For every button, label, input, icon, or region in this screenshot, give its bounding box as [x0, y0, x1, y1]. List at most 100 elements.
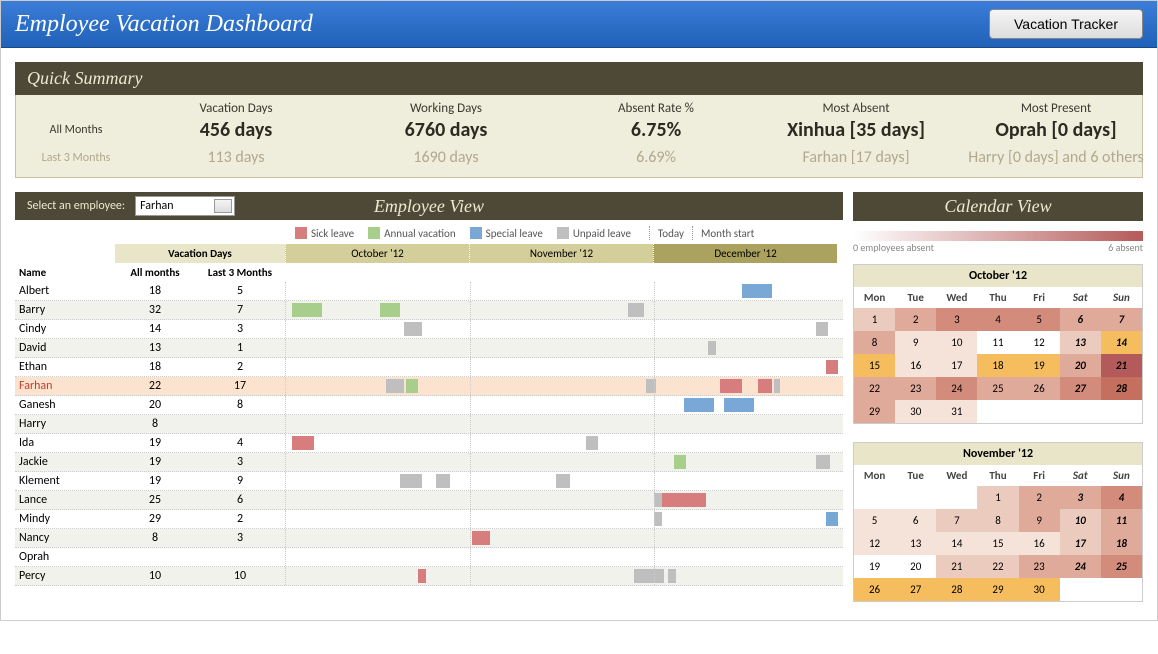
calendar-day[interactable]: 3 [936, 308, 977, 331]
calendar-day[interactable]: 31 [936, 400, 977, 423]
calendar-day[interactable]: 11 [1101, 509, 1142, 532]
calendar-day[interactable]: 11 [977, 331, 1018, 354]
calendar-day[interactable]: 5 [1019, 308, 1060, 331]
calendar-day[interactable]: 26 [854, 578, 895, 601]
table-row[interactable]: Farhan 22 17 [15, 377, 843, 396]
absence-bar [758, 379, 772, 393]
calendar-day[interactable]: 13 [1060, 331, 1101, 354]
calendar-day[interactable]: 21 [936, 555, 977, 578]
calendar-day[interactable]: 20 [1060, 354, 1101, 377]
cell-name: David [15, 341, 115, 355]
calendar-day[interactable]: 27 [895, 578, 936, 601]
table-row[interactable]: Nancy 8 3 [15, 529, 843, 548]
calendar-day[interactable]: 30 [895, 400, 936, 423]
calendar-day[interactable]: 4 [977, 308, 1018, 331]
calendar-day[interactable]: 16 [895, 354, 936, 377]
calendar-day[interactable]: 8 [977, 509, 1018, 532]
calendar-day[interactable]: 14 [936, 532, 977, 555]
calendar-day[interactable]: 17 [1060, 532, 1101, 555]
table-row[interactable]: Ida 19 4 [15, 434, 843, 453]
calendar-day[interactable]: 3 [1060, 486, 1101, 509]
calendar-day[interactable]: 14 [1101, 331, 1142, 354]
cell-all: 8 [115, 417, 195, 431]
cell-l3: 5 [195, 284, 285, 298]
calendar-day[interactable]: 8 [854, 331, 895, 354]
calendar-day[interactable]: 10 [936, 331, 977, 354]
calendar-day[interactable]: 24 [1060, 555, 1101, 578]
table-row[interactable]: David 13 1 [15, 339, 843, 358]
calendar-day[interactable]: 7 [1101, 308, 1142, 331]
calendar-day[interactable]: 24 [936, 377, 977, 400]
calendar-day[interactable]: 15 [854, 354, 895, 377]
calendar-day[interactable]: 27 [1060, 377, 1101, 400]
cell-bars [285, 320, 837, 338]
calendar-day[interactable]: 26 [1019, 377, 1060, 400]
absence-bar [774, 379, 780, 393]
calendar-day[interactable]: 10 [1060, 509, 1101, 532]
calendar-day[interactable]: 6 [1060, 308, 1101, 331]
calendar-day[interactable]: 5 [854, 509, 895, 532]
absence-bar [400, 474, 422, 488]
calendar-day[interactable]: 12 [1019, 331, 1060, 354]
calendar-day[interactable]: 30 [1019, 578, 1060, 601]
calendar-day[interactable]: 28 [936, 578, 977, 601]
calendar-day[interactable]: 23 [895, 377, 936, 400]
calendar-day[interactable]: 25 [977, 377, 1018, 400]
calendar-day[interactable]: 22 [854, 377, 895, 400]
calendar-day[interactable]: 18 [1101, 532, 1142, 555]
calendar-day[interactable]: 7 [936, 509, 977, 532]
calendar-day[interactable]: 2 [895, 308, 936, 331]
employee-select[interactable]: Farhan [135, 196, 235, 216]
dow-header: Mon [854, 287, 895, 308]
annual-swatch [368, 227, 380, 239]
col-most-present: Most Present [956, 101, 1156, 116]
calendar-day[interactable]: 25 [1101, 555, 1142, 578]
employee-view-title: Employee View [374, 196, 484, 217]
calendar-day[interactable]: 12 [854, 532, 895, 555]
calendar-day[interactable]: 28 [1101, 377, 1142, 400]
table-row[interactable]: Cindy 14 3 [15, 320, 843, 339]
table-row[interactable]: Albert 18 5 [15, 282, 843, 301]
vacation-tracker-button[interactable]: Vacation Tracker [989, 9, 1143, 39]
table-row[interactable]: Klement 19 9 [15, 472, 843, 491]
calendar-day[interactable]: 21 [1101, 354, 1142, 377]
calendar-day[interactable]: 6 [895, 509, 936, 532]
calendar-day[interactable]: 22 [977, 555, 1018, 578]
table-row[interactable]: Mindy 29 2 [15, 510, 843, 529]
table-row[interactable]: Ethan 18 2 [15, 358, 843, 377]
cell-l3: 3 [195, 455, 285, 469]
calendar-day[interactable]: 18 [977, 354, 1018, 377]
cell-name: Jackie [15, 455, 115, 469]
calendar-day[interactable]: 13 [895, 532, 936, 555]
calendar-day[interactable]: 16 [1019, 532, 1060, 555]
calendar-day[interactable]: 29 [977, 578, 1018, 601]
row-all-months: All Months [16, 123, 136, 137]
calendar-day[interactable]: 17 [936, 354, 977, 377]
table-row[interactable]: Percy 10 10 [15, 567, 843, 586]
calendar-day[interactable]: 1 [854, 308, 895, 331]
cell-name: Albert [15, 284, 115, 298]
calendar-day[interactable]: 19 [1019, 354, 1060, 377]
calendar-day[interactable]: 15 [977, 532, 1018, 555]
calendar-day[interactable]: 1 [977, 486, 1018, 509]
absence-bar [404, 322, 422, 336]
calendar-day[interactable]: 20 [895, 555, 936, 578]
cell-name: Ida [15, 436, 115, 450]
table-row[interactable]: Oprah [15, 548, 843, 567]
absence-bar [668, 569, 676, 583]
calendar-day[interactable]: 23 [1019, 555, 1060, 578]
table-row[interactable]: Barry 32 7 [15, 301, 843, 320]
calendar-day[interactable]: 2 [1019, 486, 1060, 509]
table-row[interactable]: Ganesh 20 8 [15, 396, 843, 415]
table-row[interactable]: Lance 25 6 [15, 491, 843, 510]
th-last3: Last 3 Months [195, 263, 285, 282]
calendar-day[interactable]: 19 [854, 555, 895, 578]
quick-summary-panel: Vacation Days Working Days Absent Rate %… [15, 95, 1143, 178]
calendar-day[interactable]: 9 [895, 331, 936, 354]
table-row[interactable]: Harry 8 [15, 415, 843, 434]
table-row[interactable]: Jackie 19 3 [15, 453, 843, 472]
calendar-day[interactable]: 29 [854, 400, 895, 423]
calendar-day[interactable]: 9 [1019, 509, 1060, 532]
absence-bar [586, 436, 598, 450]
calendar-day[interactable]: 4 [1101, 486, 1142, 509]
